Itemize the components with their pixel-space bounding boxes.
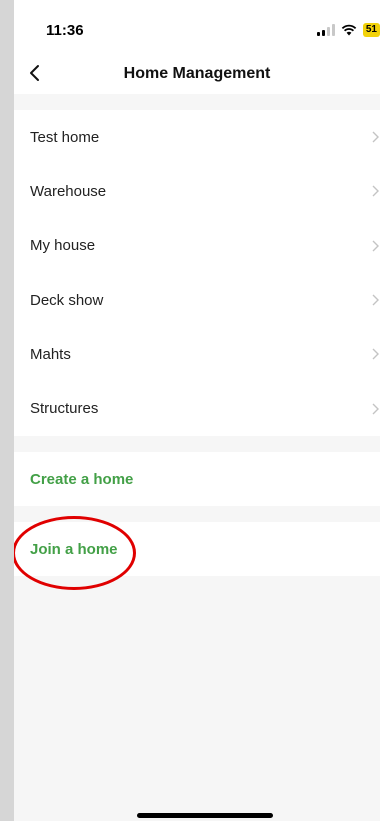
page-title: Home Management bbox=[123, 65, 271, 82]
create-home-label: Create a home bbox=[30, 470, 134, 488]
nav-bar: Home Management bbox=[14, 52, 380, 94]
home-row[interactable]: My house bbox=[14, 219, 380, 273]
status-time: 11:36 bbox=[46, 22, 84, 39]
chevron-right-icon bbox=[372, 348, 379, 360]
home-label: Structures bbox=[30, 400, 99, 418]
home-list: Test home Warehouse My house Deck show M… bbox=[14, 110, 380, 436]
join-home-button[interactable]: Join a home bbox=[14, 522, 380, 576]
status-bar: 11:36 51 bbox=[14, 0, 380, 52]
home-label: Deck show bbox=[30, 291, 104, 309]
home-indicator bbox=[137, 813, 273, 818]
signal-icon bbox=[316, 24, 335, 36]
status-icons: 51 bbox=[316, 22, 380, 38]
home-row[interactable]: Deck show bbox=[14, 273, 380, 327]
home-row[interactable]: Mahts bbox=[14, 327, 380, 381]
chevron-right-icon bbox=[372, 185, 379, 197]
wifi-icon bbox=[341, 24, 357, 36]
home-row[interactable]: Structures bbox=[14, 381, 380, 435]
battery-icon: 51 bbox=[362, 23, 380, 37]
chevron-right-icon bbox=[372, 403, 379, 415]
chevron-right-icon bbox=[372, 294, 379, 306]
home-label: Warehouse bbox=[30, 182, 107, 200]
home-row[interactable]: Warehouse bbox=[14, 164, 380, 218]
chevron-right-icon bbox=[372, 240, 379, 252]
home-label: Mahts bbox=[30, 345, 71, 363]
chevron-right-icon bbox=[372, 131, 379, 143]
home-label: Test home bbox=[30, 128, 100, 146]
phone-screen: 11:36 51 Home Management Test home Wareh… bbox=[14, 0, 380, 821]
join-home-label: Join a home bbox=[30, 540, 118, 558]
home-label: My house bbox=[30, 237, 96, 255]
create-home-button[interactable]: Create a home bbox=[14, 452, 380, 506]
home-row[interactable]: Test home bbox=[14, 110, 380, 164]
